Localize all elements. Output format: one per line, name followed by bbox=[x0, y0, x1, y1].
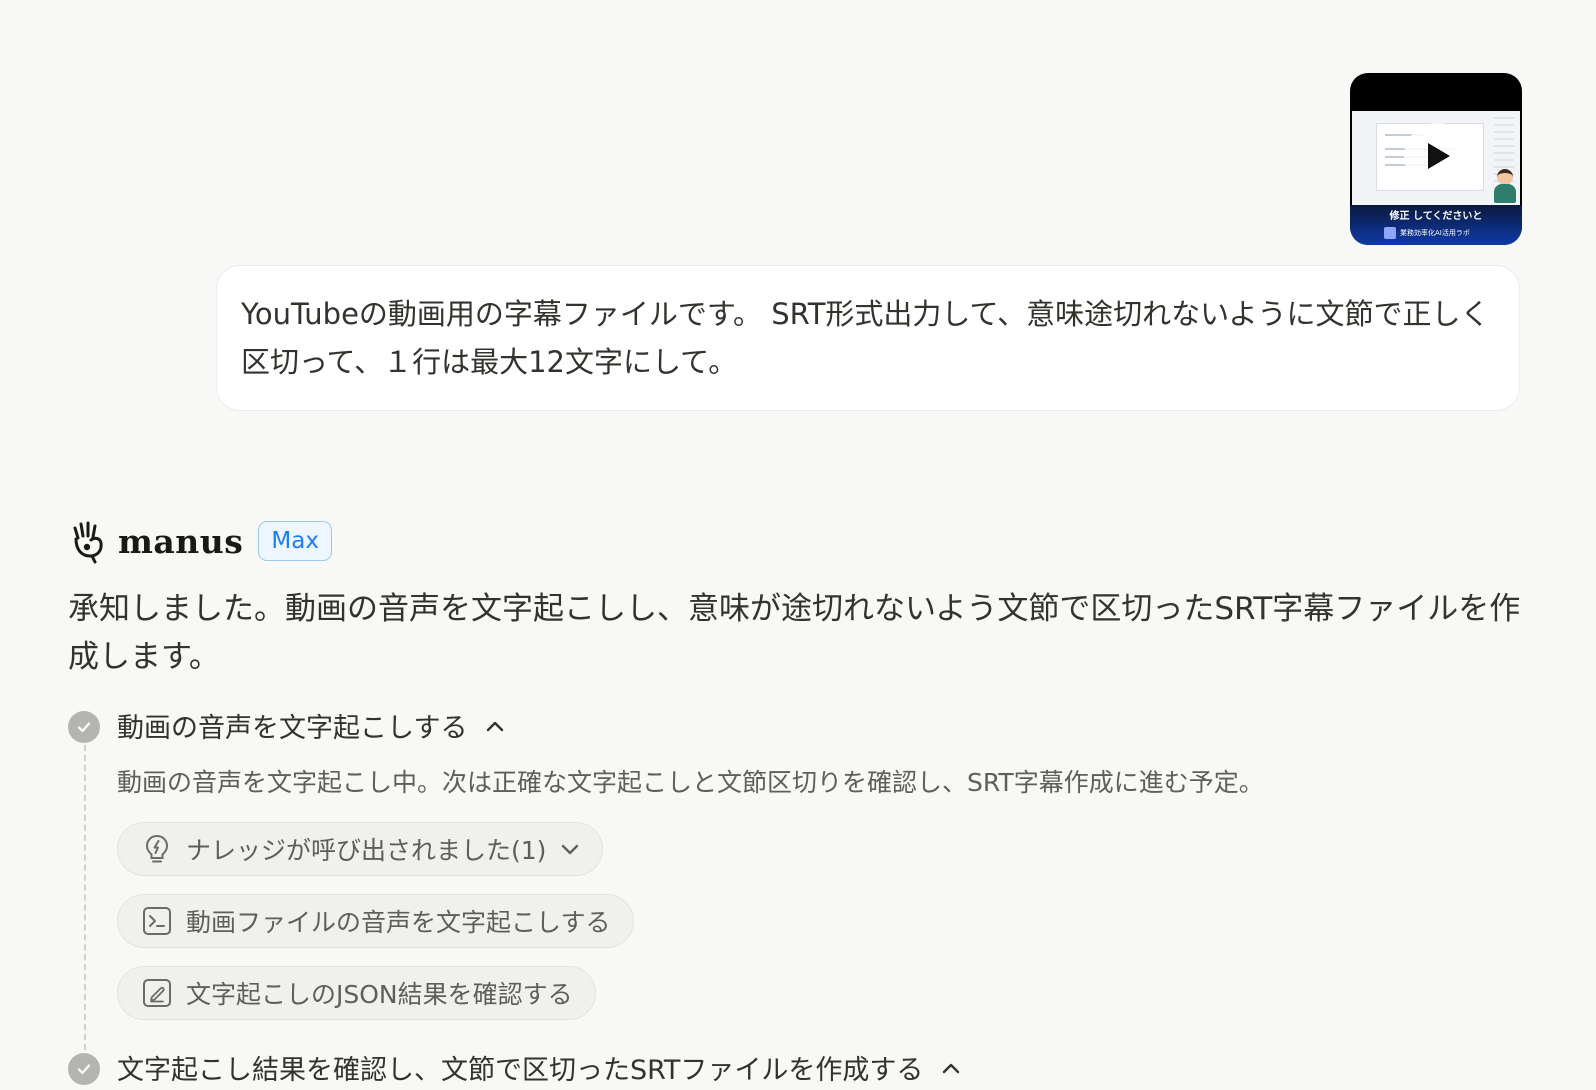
pill-label: 文字起こしのJSON結果を確認する bbox=[186, 980, 573, 1009]
video-attachment-thumbnail[interactable]: 修正 してくださいと 業務効率化AI活用ラボ bbox=[1350, 73, 1522, 245]
assistant-message: 承知しました。動画の音声を文字起こしし、意味が途切れないよう文節で区切ったSRT… bbox=[68, 591, 1521, 675]
user-message-text: YouTubeの動画用の字幕ファイルです。 SRT形式出力して、意味途切れないよ… bbox=[241, 297, 1490, 379]
chat-page: 修正 してくださいと 業務効率化AI活用ラボ YouTubeの動画用の字幕ファイ… bbox=[0, 0, 1596, 1090]
chevron-up-icon[interactable] bbox=[941, 1061, 961, 1075]
chevron-down-icon[interactable] bbox=[560, 842, 580, 856]
edit-icon bbox=[142, 978, 172, 1008]
step-description: 動画の音声を文字起こし中。次は正確な文字起こしと文節区切りを確認し、SRT字幕作… bbox=[117, 768, 1264, 797]
assistant-brand-name: manus bbox=[118, 521, 244, 561]
lightbulb-icon bbox=[142, 834, 172, 864]
play-icon bbox=[1428, 143, 1450, 169]
channel-icon bbox=[1384, 227, 1396, 239]
step-title: 文字起こし結果を確認し、文節で区切ったSRTファイルを作成する bbox=[117, 1055, 924, 1086]
plan-badge: Max bbox=[258, 521, 332, 561]
terminal-icon bbox=[142, 906, 172, 936]
step-complete-check-icon bbox=[68, 1053, 100, 1085]
step-header-transcribe[interactable]: 動画の音声を文字起こしする bbox=[117, 706, 505, 745]
video-caption: 修正 してくださいと bbox=[1389, 211, 1483, 222]
pill-label: ナレッジが呼び出されました(1) bbox=[186, 836, 547, 865]
timeline-connector bbox=[84, 745, 86, 1050]
assistant-header: manus Max bbox=[68, 518, 332, 564]
manus-logo-icon bbox=[73, 521, 103, 564]
step-title: 動画の音声を文字起こしする bbox=[117, 713, 468, 744]
pill-label: 動画ファイルの音声を文字起こしする bbox=[186, 908, 611, 937]
edit-action-pill[interactable]: 文字起こしのJSON結果を確認する bbox=[117, 966, 596, 1020]
step-header-create-srt[interactable]: 文字起こし結果を確認し、文節で区切ったSRTファイルを作成する bbox=[117, 1048, 961, 1087]
chevron-up-icon[interactable] bbox=[485, 719, 505, 733]
avatar-character bbox=[1494, 169, 1516, 203]
channel-name: 業務効率化AI活用ラボ bbox=[1400, 229, 1470, 237]
play-button[interactable] bbox=[1404, 123, 1470, 189]
step-complete-check-icon bbox=[68, 711, 100, 743]
terminal-action-pill[interactable]: 動画ファイルの音声を文字起こしする bbox=[117, 894, 634, 948]
user-message-bubble: YouTubeの動画用の字幕ファイルです。 SRT形式出力して、意味途切れないよ… bbox=[216, 265, 1520, 411]
knowledge-recalled-pill[interactable]: ナレッジが呼び出されました(1) bbox=[117, 822, 604, 876]
video-channel: 業務効率化AI活用ラボ bbox=[1384, 225, 1470, 241]
